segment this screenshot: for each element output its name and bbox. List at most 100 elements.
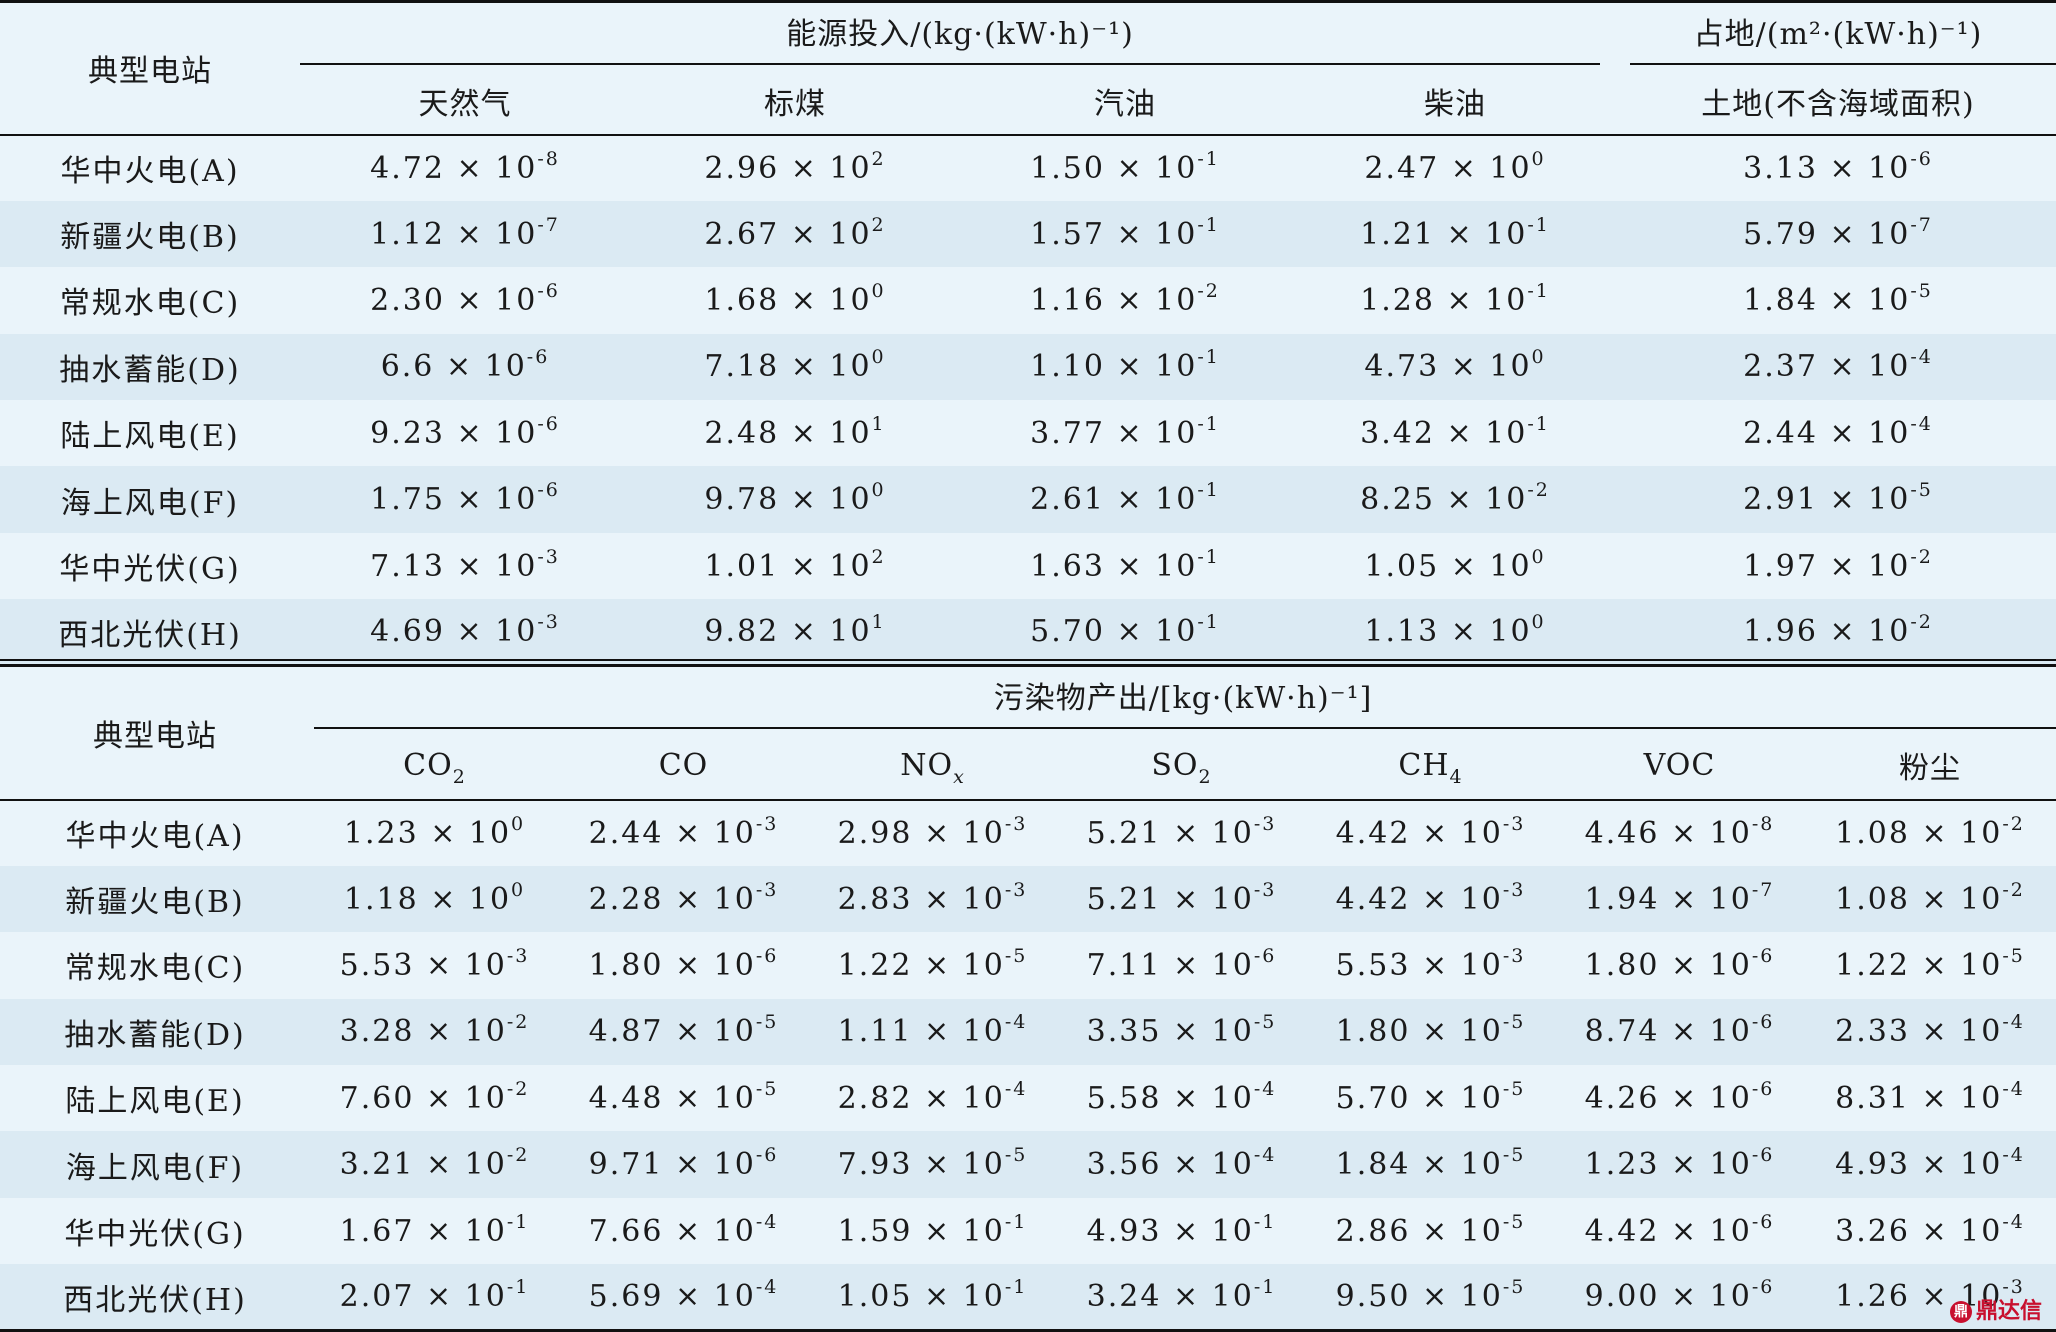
value-cell: 1.96 × 10-2 [1620,599,2056,668]
table-row: 华中火电(A) 1.23 × 100 2.44 × 10-3 2.98 × 10-3 5… [0,799,2056,866]
row-label: 海上风电(F) [0,466,300,533]
column-header-row: 天然气 标煤 汽油 柴油 土地(不含海域面积) [0,67,2056,136]
value-cell: 1.23 × 100 [310,799,559,866]
value-cell: 3.13 × 10-6 [1620,134,2056,201]
pollutant-table-body: 华中火电(A) 1.23 × 100 2.44 × 10-3 2.98 × 10-3 5… [0,799,2056,1332]
value-cell: 1.05 × 100 [1290,532,1621,600]
value-cell: 1.68 × 100 [630,267,960,334]
table-row: 抽水蓄能(D) 3.28 × 10-2 4.87 × 10-5 1.11 × 10-4… [0,998,2056,1066]
value-cell: 2.30 × 10-6 [300,267,630,334]
value-cell: 1.22 × 10-5 [808,932,1057,999]
value-cell: 1.18 × 100 [310,865,559,933]
energy-land-table-body: 华中火电(A) 4.72 × 10-8 2.96 × 102 1.50 × 10-1 2… [0,134,2056,668]
column-header: 汽油 [960,67,1290,136]
value-cell: 4.93 × 10-4 [1804,1131,2056,1198]
value-cell: 4.26 × 10-6 [1555,1065,1804,1132]
value-cell: 2.61 × 10-1 [960,466,1290,533]
value-cell: 5.21 × 10-3 [1057,799,1306,866]
value-cell: 1.13 × 100 [1290,599,1621,668]
value-cell: 4.42 × 10-3 [1306,865,1555,933]
station-header-2: 典型电站 [0,664,310,801]
energy-group-header: 能源投入/(kg·(kW·h)⁻¹) [300,0,1621,68]
value-cell: 8.25 × 10-2 [1290,466,1621,533]
value-cell: 4.46 × 10-8 [1555,799,1804,866]
value-cell: 9.00 × 10-6 [1555,1264,1804,1332]
value-cell: 9.71 × 10-6 [559,1131,808,1198]
value-cell: 3.56 × 10-4 [1057,1131,1306,1198]
table-row: 西北光伏(H) 2.07 × 10-1 5.69 × 10-4 1.05 × 10-1… [0,1264,2056,1332]
table-row: 海上风电(F) 1.75 × 10-6 9.78 × 100 2.61 × 10-1 8… [0,466,2056,533]
value-cell: 6.6 × 10-6 [300,333,630,401]
column-header: 土地(不含海域面积) [1620,67,2056,136]
value-cell: 1.11 × 10-4 [808,998,1057,1066]
table-row: 陆上风电(E) 9.23 × 10-6 2.48 × 101 3.77 × 10-1 3… [0,400,2056,467]
column-header: SO2 [1057,731,1306,801]
row-label: 新疆火电(B) [0,865,310,933]
table-row: 抽水蓄能(D) 6.6 × 10-6 7.18 × 100 1.10 × 10-1 4.… [0,333,2056,401]
logo-icon: 鼎 [1949,1301,1972,1323]
value-cell: 7.60 × 10-2 [310,1065,559,1132]
value-cell: 7.18 × 100 [630,333,960,401]
value-cell: 4.48 × 10-5 [559,1065,808,1132]
value-cell: 9.50 × 10-5 [1306,1264,1555,1332]
table-row: 西北光伏(H) 4.69 × 10-3 9.82 × 101 5.70 × 10-1 1… [0,599,2056,668]
value-cell: 5.79 × 10-7 [1620,200,2056,268]
value-cell: 1.59 × 10-1 [808,1197,1057,1265]
value-cell: 4.42 × 10-3 [1306,799,1555,866]
watermark-logo: 鼎鼎达信 [1949,1293,2042,1325]
value-cell: 3.21 × 10-2 [310,1131,559,1198]
row-label: 抽水蓄能(D) [0,333,300,401]
value-cell: 3.26 × 10-4 [1804,1197,2056,1265]
value-cell: 9.23 × 10-6 [300,400,630,467]
value-cell: 7.13 × 10-3 [300,532,630,600]
pollutant-group-header: 污染物产出/[kg·(kW·h)⁻¹] [310,664,2056,732]
value-cell: 1.80 × 10-6 [559,932,808,999]
value-cell: 8.31 × 10-4 [1804,1065,2056,1132]
value-cell: 1.28 × 10-1 [1290,267,1621,334]
value-cell: 5.21 × 10-3 [1057,865,1306,933]
column-header: NOx [808,731,1057,801]
value-cell: 5.53 × 10-3 [1306,932,1555,999]
value-cell: 1.80 × 10-6 [1555,932,1804,999]
value-cell: 2.44 × 10-3 [559,799,808,866]
value-cell: 2.98 × 10-3 [808,799,1057,866]
value-cell: 4.42 × 10-6 [1555,1197,1804,1265]
value-cell: 7.93 × 10-5 [808,1131,1057,1198]
value-cell: 5.70 × 10-1 [960,599,1290,668]
column-header: 标煤 [630,67,960,136]
row-label: 常规水电(C) [0,267,300,334]
value-cell: 3.77 × 10-1 [960,400,1290,467]
value-cell: 1.23 × 10-6 [1555,1131,1804,1198]
row-label: 新疆火电(B) [0,200,300,268]
page: 典型电站 能源投入/(kg·(kW·h)⁻¹) 占地/(m²·(kW·h)⁻¹)… [0,0,2056,1332]
table-row: 常规水电(C) 5.53 × 10-3 1.80 × 10-6 1.22 × 10-5… [0,932,2056,999]
value-cell: 1.05 × 10-1 [808,1264,1057,1332]
value-cell: 3.35 × 10-5 [1057,998,1306,1066]
value-cell: 1.63 × 10-1 [960,532,1290,600]
row-label: 海上风电(F) [0,1131,310,1198]
value-cell: 1.16 × 10-2 [960,267,1290,334]
table-row: 新疆火电(B) 1.18 × 100 2.28 × 10-3 2.83 × 10-3 5… [0,865,2056,933]
value-cell: 1.80 × 10-5 [1306,998,1555,1066]
value-cell: 4.72 × 10-8 [300,134,630,201]
value-cell: 2.86 × 10-5 [1306,1197,1555,1265]
value-cell: 2.44 × 10-4 [1620,400,2056,467]
column-header: 天然气 [300,67,630,136]
value-cell: 1.97 × 10-2 [1620,532,2056,600]
value-cell: 4.73 × 100 [1290,333,1621,401]
value-cell: 1.67 × 10-1 [310,1197,559,1265]
row-label: 华中光伏(G) [0,532,300,600]
table-row: 常规水电(C) 2.30 × 10-6 1.68 × 100 1.16 × 10-2 1… [0,267,2056,334]
table-separator [0,659,2056,661]
value-cell: 7.11 × 10-6 [1057,932,1306,999]
value-cell: 1.01 × 102 [630,532,960,600]
value-cell: 1.75 × 10-6 [300,466,630,533]
row-label: 陆上风电(E) [0,1065,310,1132]
value-cell: 7.66 × 10-4 [559,1197,808,1265]
row-label: 抽水蓄能(D) [0,998,310,1066]
value-cell: 4.69 × 10-3 [300,599,630,668]
value-cell: 1.08 × 10-2 [1804,865,2056,933]
pollutant-table: 典型电站 污染物产出/[kg·(kW·h)⁻¹] CO2 CO NOx SO2 CH4 V… [0,664,2056,1332]
value-cell: 3.28 × 10-2 [310,998,559,1066]
value-cell: 2.28 × 10-3 [559,865,808,933]
